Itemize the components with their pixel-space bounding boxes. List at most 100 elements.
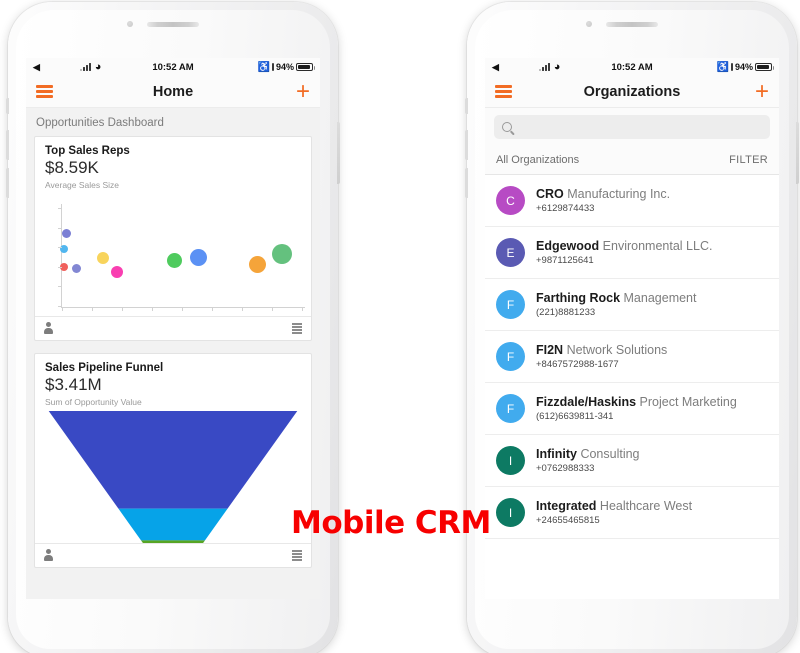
card-subtitle: Average Sales Size [45,180,120,190]
bluetooth-bar-icon [730,63,733,71]
card-title: Top Sales Reps [45,145,130,157]
organization-text: Integrated Healthcare West +24655465815 [536,499,692,526]
x-axis-tick [272,307,273,311]
headphones-icon: ♿ [716,61,729,73]
organization-name: Fizzdale/Haskins Project Marketing [536,395,737,409]
organization-phone: +9871125641 [536,255,594,266]
search-input[interactable] [517,121,762,133]
back-arrow-icon[interactable]: ◀ [492,62,499,72]
bubble-point [71,264,81,274]
organization-text: Farthing Rock Management (221)8881233 [536,291,696,318]
status-bar-left: ◀ ◕ 10:52 AM ♿ 94% [26,58,320,76]
battery-percent: 94% [734,62,753,72]
list-icon[interactable] [292,550,302,561]
funnel-segment [118,508,228,541]
y-axis-tick [58,247,62,249]
funnel-segment [48,411,298,509]
page-title-organizations: Organizations [583,83,681,100]
list-icon[interactable] [292,323,302,334]
funnel-chart-svg [48,411,298,543]
search-box[interactable] [494,115,770,139]
organizations-list: C CRO Manufacturing Inc. +6129874433 E Edgew… [485,175,779,539]
filter-button[interactable]: FILTER [729,154,768,166]
x-axis-tick [122,307,123,311]
signal-strength-icon [79,63,91,71]
organization-list-item[interactable]: F Farthing Rock Management (221)8881233 [485,279,779,331]
x-axis-tick [242,307,243,311]
plus-icon[interactable]: + [296,79,310,103]
organization-name: FI2N Network Solutions [536,343,668,357]
organization-phone: +0762988333 [536,463,595,474]
bubble-point [249,256,267,274]
card-subtitle: Sum of Opportunity Value [45,397,142,407]
dashboard-scroll[interactable]: Opportunities Dashboard Top Sales Reps $… [26,108,320,599]
organization-list-item[interactable]: E Edgewood Environmental LLC. +9871125641 [485,227,779,279]
card-footer [35,543,311,567]
avatar: F [496,290,525,319]
x-axis-tick [302,307,303,311]
y-axis-tick [58,266,62,268]
x-axis-tick [212,307,213,311]
organization-list-item[interactable]: I Infinity Consulting +0762988333 [485,435,779,487]
avatar: F [496,394,525,423]
y-axis-tick [58,227,62,229]
volume-down-button[interactable] [6,168,9,198]
hamburger-icon[interactable] [495,85,512,98]
organization-list-item[interactable]: F Fizzdale/Haskins Project Marketing (612)… [485,383,779,435]
organizations-scroll[interactable]: All Organizations FILTER C CRO Manufactur… [485,108,779,599]
organization-text: CRO Manufacturing Inc. +6129874433 [536,187,670,214]
plus-icon[interactable]: + [755,79,769,103]
organization-list-item[interactable]: F FI2N Network Solutions +8467572988-1677 [485,331,779,383]
card-top-sales-reps[interactable]: Top Sales Reps $8.59K Average Sales Size [34,136,312,341]
dashboard-heading: Opportunities Dashboard [36,117,164,129]
organization-name: Integrated Healthcare West [536,499,693,513]
organization-list-item[interactable]: C CRO Manufacturing Inc. +6129874433 [485,175,779,227]
volume-up-button[interactable] [465,130,468,160]
silent-switch[interactable] [6,98,9,114]
front-camera-icon [586,21,592,27]
organization-text: Edgewood Environmental LLC. +9871125641 [536,239,712,266]
bubble-point [62,228,72,238]
hamburger-icon[interactable] [36,85,53,98]
organization-phone: +6129874433 [536,203,595,214]
list-scope-label[interactable]: All Organizations [496,154,579,166]
x-axis-tick [152,307,153,311]
bubble-point [189,249,207,267]
back-arrow-icon[interactable]: ◀ [33,62,40,72]
avatar: C [496,186,525,215]
card-value: $8.59K [45,158,99,177]
phone-right-screen: ◀ ◕ 10:52 AM ♿ 94% Organizations + All O… [485,58,779,599]
phone-left-screen: ◀ ◕ 10:52 AM ♿ 94% Home + Opportunities … [26,58,320,599]
power-button[interactable] [337,122,340,184]
organization-phone: +24655465815 [536,515,600,526]
nav-bar-left: Home + [26,76,320,108]
organization-list-item[interactable]: I Integrated Healthcare West +24655465815 [485,487,779,539]
volume-up-button[interactable] [6,130,9,160]
phone-right: ◀ ◕ 10:52 AM ♿ 94% Organizations + All O… [465,2,799,653]
x-axis-tick [182,307,183,311]
battery-percent: 94% [275,62,294,72]
y-axis-tick [58,306,62,307]
search-bar-wrapper [485,108,779,147]
bubble-point [271,244,292,265]
signal-strength-icon [538,63,550,71]
organization-text: Fizzdale/Haskins Project Marketing (612)6… [536,395,737,422]
person-icon[interactable] [44,549,53,562]
power-button[interactable] [796,122,799,184]
bubble-point [166,253,182,269]
silent-switch[interactable] [465,98,468,114]
person-icon[interactable] [44,322,53,335]
y-axis-tick [58,208,62,209]
card-footer [35,316,311,340]
battery-icon [755,63,774,71]
y-axis-tick [58,286,62,288]
avatar: E [496,238,525,267]
avatar: I [496,446,525,475]
avatar: I [496,498,525,527]
headphones-icon: ♿ [257,61,270,73]
card-sales-pipeline-funnel[interactable]: Sales Pipeline Funnel $3.41M Sum of Oppo… [34,353,312,568]
status-bar-right: ◀ ◕ 10:52 AM ♿ 94% [485,58,779,76]
wifi-icon: ◕ [94,60,102,73]
phone-left: ◀ ◕ 10:52 AM ♿ 94% Home + Opportunities … [6,2,340,653]
volume-down-button[interactable] [465,168,468,198]
